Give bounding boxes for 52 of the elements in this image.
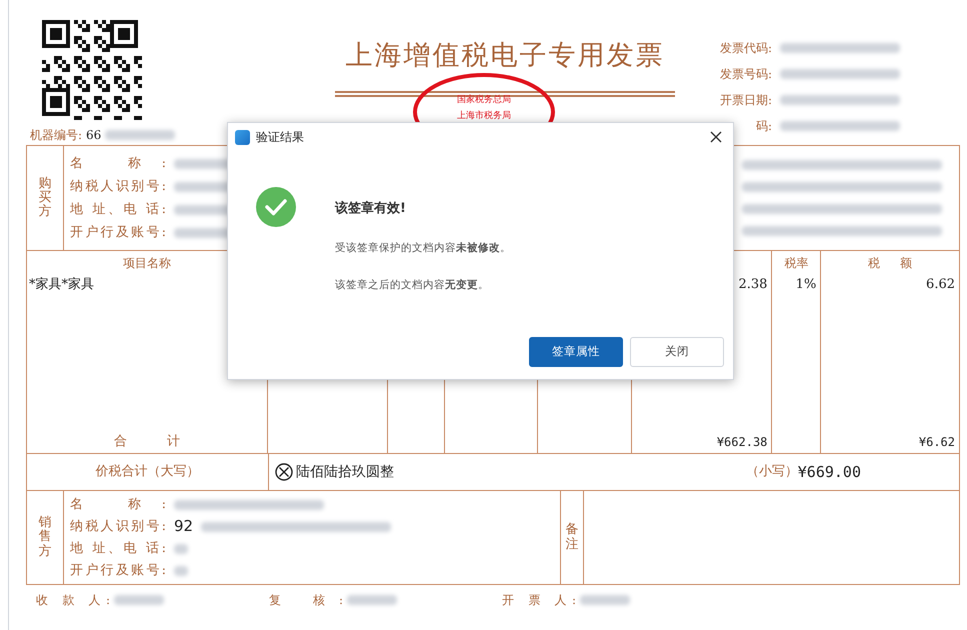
blurred-value [114,595,164,605]
field-label: 价税合计（大写） [96,463,200,482]
invoice-title: 上海增值税电子专用发票 [346,39,664,73]
table-cell-text: 2.38 [738,276,768,294]
table-cell-text: 6.62 [926,276,955,294]
table-cell-text: 1% [796,276,816,294]
dialog-heading: 该签章有效! [335,200,407,218]
field-label: 地 址、电 话: [70,540,166,558]
notes-label: 备注 [566,523,578,552]
field-label: 发票代码: [718,40,772,57]
field-label: 开户行及账号: [70,562,166,580]
column-header: 项目名称 [123,255,172,272]
field-label: 复 核: [269,592,343,609]
dialog-title: 验证结果 [256,129,304,146]
field-label: 合 计 [114,433,180,452]
field-label: （小写） [746,463,798,482]
blurred-value [105,130,176,140]
dialog-message: 受该签章保护的文档内容未被修改。 [335,240,511,256]
dialog-button[interactable]: 关闭 [630,337,724,367]
field-label: 地 址、电 话: [70,200,166,219]
amount-in-words: 陆佰陆拾玖圆整 [296,462,394,482]
field-label: 发票号码: [718,66,772,83]
field-label: 纳税人识别号: [70,178,166,196]
seller-label: 销售方 [38,516,52,559]
field-label: 名 称: [70,496,166,514]
field-label: 机器编号: [30,127,82,144]
field-label: 纳税人识别号: [70,518,166,536]
field-label: 开票日期: [718,92,772,109]
blurred-value [174,544,188,554]
total-amount: ¥662.38 [716,434,768,451]
field-value: 92 [174,516,194,538]
field-label: 开 票 人: [502,592,576,609]
field-label: 税 额 [868,255,912,272]
blurred-value [580,595,630,605]
close-icon [710,131,722,143]
cross-circle-icon [275,463,293,481]
blurred-value [347,595,397,605]
machine-number: 66 [86,127,102,144]
dialog-message: 该签章之后的文档内容无变更。 [335,278,490,294]
field-label: 码: [754,118,772,135]
dialog-button[interactable]: 签章属性 [529,337,623,367]
field-label: 名 称: [70,154,166,173]
check-circle-icon [256,187,296,227]
field-label: 收 款 人: [36,592,110,609]
amount-in-figures: ¥669.00 [798,462,861,483]
table-cell-text: *家具*家具 [29,276,94,294]
app-logo-icon [235,130,250,144]
buyer-label: 购买方 [38,176,52,220]
field-label: 开户行及账号: [70,224,166,242]
blurred-value [174,566,188,576]
column-header: 税率 [784,255,808,272]
total-tax: ¥6.62 [918,434,955,451]
